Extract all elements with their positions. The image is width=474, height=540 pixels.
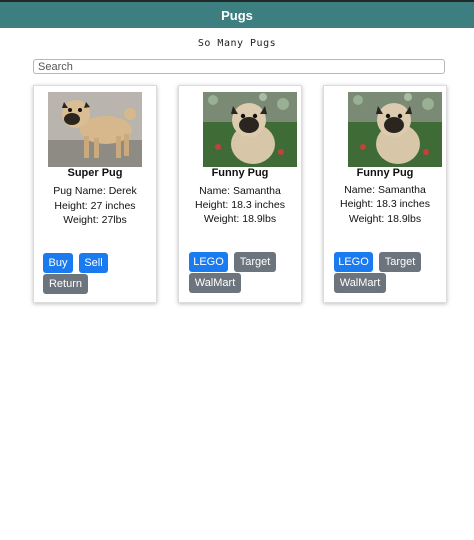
card-title: Funny Pug <box>356 167 414 179</box>
card-weight: Weight: 18.9lbs <box>203 213 277 225</box>
card-height: Height: 27 inches <box>54 200 136 212</box>
pug-photo <box>48 92 142 167</box>
target-button[interactable]: Target <box>379 252 421 272</box>
card-title: Funny Pug <box>211 167 269 179</box>
card-height: Height: 18.3 inches <box>195 199 285 211</box>
buy-button[interactable]: Buy <box>43 253 73 273</box>
card-pug-name: Name: Samantha <box>199 185 281 197</box>
card-title: Super Pug <box>67 167 123 179</box>
navbar: Pugs <box>0 0 474 28</box>
return-button[interactable]: Return <box>43 274 88 294</box>
card-weight: Weight: 27lbs <box>63 214 127 226</box>
pug-card-funny: Funny Pug Name: Samantha Height: 18.3 in… <box>178 85 302 303</box>
pug-card-super: Super Pug Pug Name: Derek Height: 27 inc… <box>33 85 157 303</box>
lego-button[interactable]: LEGO <box>334 252 373 272</box>
target-button[interactable]: Target <box>234 252 276 272</box>
card-weight: Weight: 18.9lbs <box>348 213 422 225</box>
walmart-button[interactable]: WalMart <box>189 273 241 293</box>
lego-button[interactable]: LEGO <box>189 252 228 272</box>
card-pug-name: Name: Samantha <box>344 184 426 196</box>
navbar-title: Pugs <box>221 7 253 23</box>
page-subtitle: So Many Pugs <box>197 38 277 49</box>
sell-button[interactable]: Sell <box>79 253 108 273</box>
pug-photo <box>203 92 297 167</box>
card-pug-name: Pug Name: Derek <box>53 185 137 197</box>
search-input[interactable] <box>33 59 445 74</box>
pug-photo <box>348 92 442 167</box>
card-height: Height: 18.3 inches <box>340 198 430 210</box>
pug-card-funny: Funny Pug Name: Samantha Height: 18.3 in… <box>323 85 447 303</box>
walmart-button[interactable]: WalMart <box>334 273 386 293</box>
